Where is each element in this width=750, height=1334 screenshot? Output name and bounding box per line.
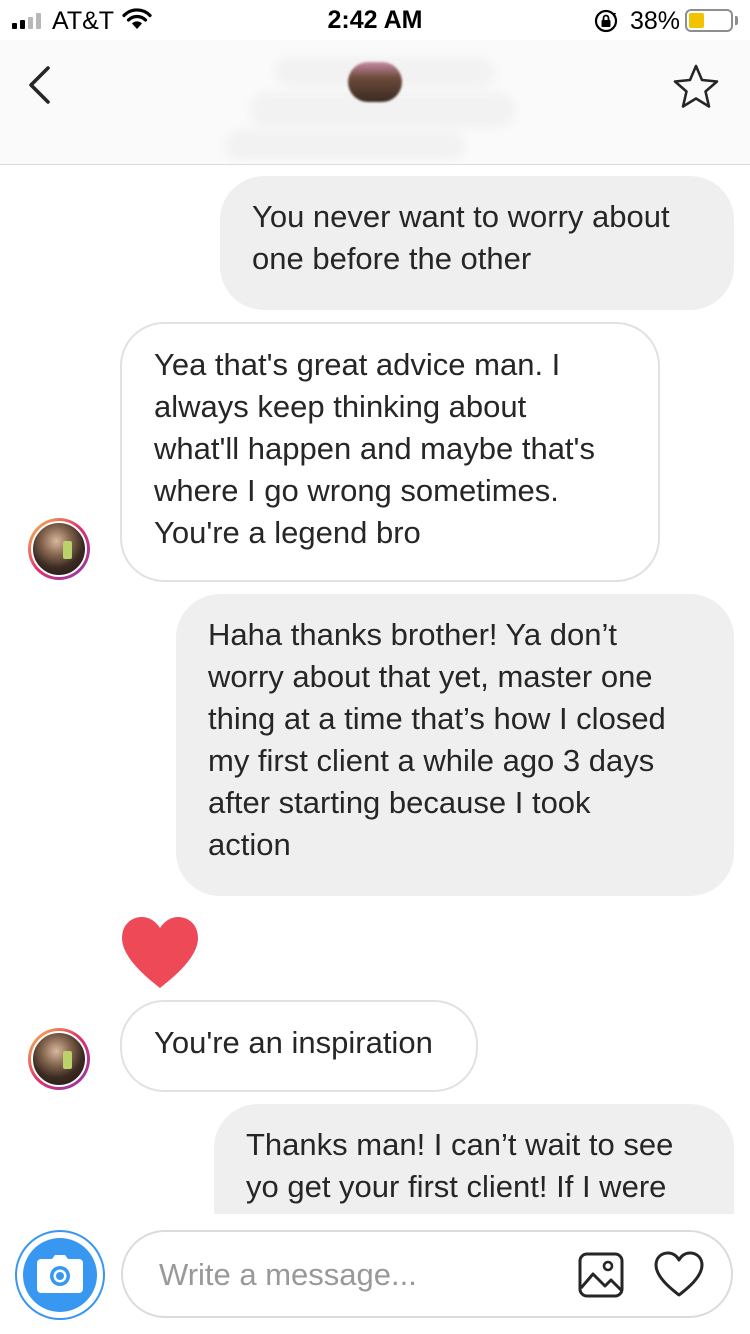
message-line: action bbox=[208, 827, 291, 862]
message-bubble-sent[interactable]: Thanks man! I can’t wait to see yo get y… bbox=[214, 1104, 734, 1214]
message-line: after starting because I took bbox=[208, 785, 591, 820]
back-chevron-icon[interactable] bbox=[22, 64, 62, 106]
message-bubble-sent[interactable]: You never want to worry about one before… bbox=[220, 176, 734, 310]
message-line: where I go wrong sometimes. bbox=[154, 473, 559, 508]
contact-avatar[interactable] bbox=[348, 62, 402, 102]
message-line: worry about that yet, master one bbox=[208, 659, 653, 694]
message-line: thing at a time that’s how I closed bbox=[208, 701, 666, 736]
message-line: You never want to worry about bbox=[252, 199, 670, 234]
message-line: Thanks man! I can’t wait to see bbox=[246, 1127, 674, 1162]
message-line: my first client a while ago 3 days bbox=[208, 743, 655, 778]
battery-level bbox=[689, 13, 705, 28]
sender-avatar[interactable] bbox=[28, 518, 90, 580]
heart-icon[interactable] bbox=[653, 1250, 705, 1298]
heart-reaction-icon[interactable] bbox=[118, 914, 202, 990]
message-bubble-received[interactable]: You're an inspiration bbox=[120, 1000, 478, 1092]
battery-tip bbox=[735, 16, 738, 25]
message-bubble-sent[interactable]: Haha thanks brother! Ya don’t worry abou… bbox=[176, 594, 734, 896]
message-line: one before the other bbox=[252, 241, 532, 276]
gallery-icon[interactable] bbox=[578, 1252, 624, 1298]
status-bar: AT&T 2:42 AM 38% bbox=[0, 0, 750, 40]
message-line: always keep thinking about bbox=[154, 389, 527, 424]
battery-icon bbox=[685, 9, 733, 32]
message-line: You're an inspiration bbox=[154, 1025, 433, 1060]
message-line: yo get your first client! If I were bbox=[246, 1169, 667, 1204]
message-input[interactable] bbox=[159, 1254, 559, 1296]
conversation-header bbox=[0, 40, 750, 165]
camera-icon bbox=[37, 1255, 83, 1293]
rotation-lock-icon bbox=[594, 9, 618, 33]
message-line: Haha thanks brother! Ya don’t bbox=[208, 617, 618, 652]
message-thread[interactable]: You never want to worry about one before… bbox=[0, 166, 750, 1214]
message-composer bbox=[0, 1214, 750, 1334]
message-line: what'll happen and maybe that's bbox=[154, 431, 595, 466]
sender-avatar[interactable] bbox=[28, 1028, 90, 1090]
message-line: Yea that's great advice man. I bbox=[154, 347, 561, 382]
camera-button[interactable] bbox=[15, 1230, 105, 1320]
message-bubble-received[interactable]: Yea that's great advice man. I always ke… bbox=[120, 322, 660, 582]
message-input-container[interactable] bbox=[121, 1230, 733, 1318]
star-icon[interactable] bbox=[671, 62, 721, 112]
message-line: You're a legend bro bbox=[154, 515, 421, 550]
battery-percent: 38% bbox=[630, 7, 681, 35]
